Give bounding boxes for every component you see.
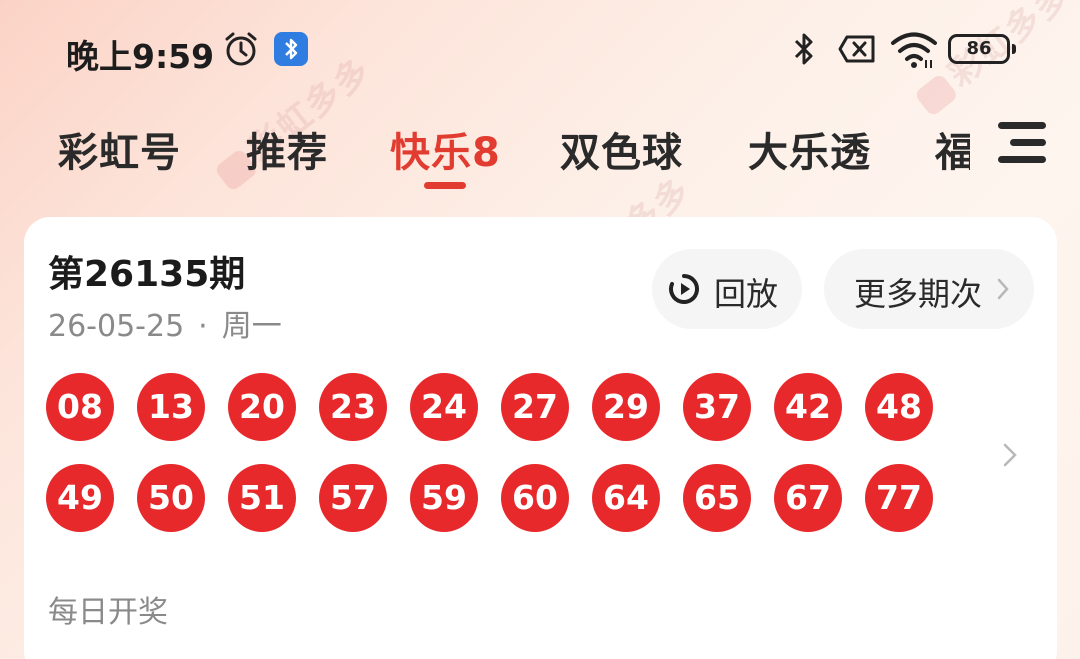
number-ball: 37 (683, 373, 751, 441)
winning-numbers: 08 13 20 23 24 27 29 37 42 48 49 50 51 5… (46, 373, 946, 533)
number-ball: 24 (410, 373, 478, 441)
tab-caihonghao[interactable]: 彩虹号 (58, 120, 181, 178)
replay-icon (669, 274, 699, 304)
issue-title: 第26135期 (48, 254, 246, 295)
date-separator: · (198, 309, 208, 344)
tab-shuangseqiu[interactable]: 双色球 (560, 120, 683, 178)
number-ball: 65 (683, 464, 751, 532)
number-ball: 13 (137, 373, 205, 441)
number-ball: 29 (592, 373, 660, 441)
number-ball: 08 (46, 373, 114, 441)
more-issues-button[interactable]: 更多期次 (824, 249, 1034, 329)
more-issues-label: 更多期次 (854, 275, 983, 313)
menu-icon[interactable] (998, 120, 1048, 166)
number-ball: 60 (501, 464, 569, 532)
number-ball: 67 (774, 464, 842, 532)
issue-date: 26-05-25 · 周一 (48, 301, 282, 345)
number-ball: 59 (410, 464, 478, 532)
number-ball: 27 (501, 373, 569, 441)
chevron-right-icon[interactable] (1002, 442, 1018, 468)
lottery-tabs: 彩虹号 推荐 快乐8 双色球 大乐透 福 (0, 110, 970, 200)
number-ball: 42 (774, 373, 842, 441)
chevron-right-icon (997, 278, 1009, 300)
number-ball: 20 (228, 373, 296, 441)
status-bar: 晚上9:59 86 (0, 0, 1080, 100)
active-tab-indicator (424, 182, 466, 189)
draw-frequency: 每日开奖 (48, 595, 168, 630)
draw-weekday: 周一 (221, 309, 282, 344)
wifi-icon (891, 32, 937, 68)
bluetooth-app-icon (274, 32, 308, 66)
number-ball: 51 (228, 464, 296, 532)
draw-date: 26-05-25 (48, 309, 185, 344)
replay-button[interactable]: 回放 (652, 249, 802, 329)
tab-kuaile8[interactable]: 快乐8 (390, 120, 501, 178)
number-ball: 49 (46, 464, 114, 532)
number-ball: 64 (592, 464, 660, 532)
number-ball: 48 (865, 373, 933, 441)
status-time: 晚上9:59 (66, 37, 215, 76)
tab-daletou[interactable]: 大乐透 (748, 120, 871, 178)
replay-label: 回放 (714, 275, 779, 313)
number-ball: 50 (137, 464, 205, 532)
tab-fucai[interactable]: 福 (935, 120, 970, 178)
tab-recommend[interactable]: 推荐 (246, 120, 328, 178)
number-ball: 57 (319, 464, 387, 532)
alarm-icon (225, 32, 257, 66)
number-ball: 23 (319, 373, 387, 441)
bluetooth-icon (794, 33, 813, 65)
battery-icon: 86 (948, 34, 1016, 64)
number-ball: 77 (865, 464, 933, 532)
draw-result-card[interactable]: 第26135期 26-05-25 · 周一 回放 更多期次 08 13 20 23 … (24, 217, 1057, 659)
no-sim-icon (838, 35, 875, 63)
